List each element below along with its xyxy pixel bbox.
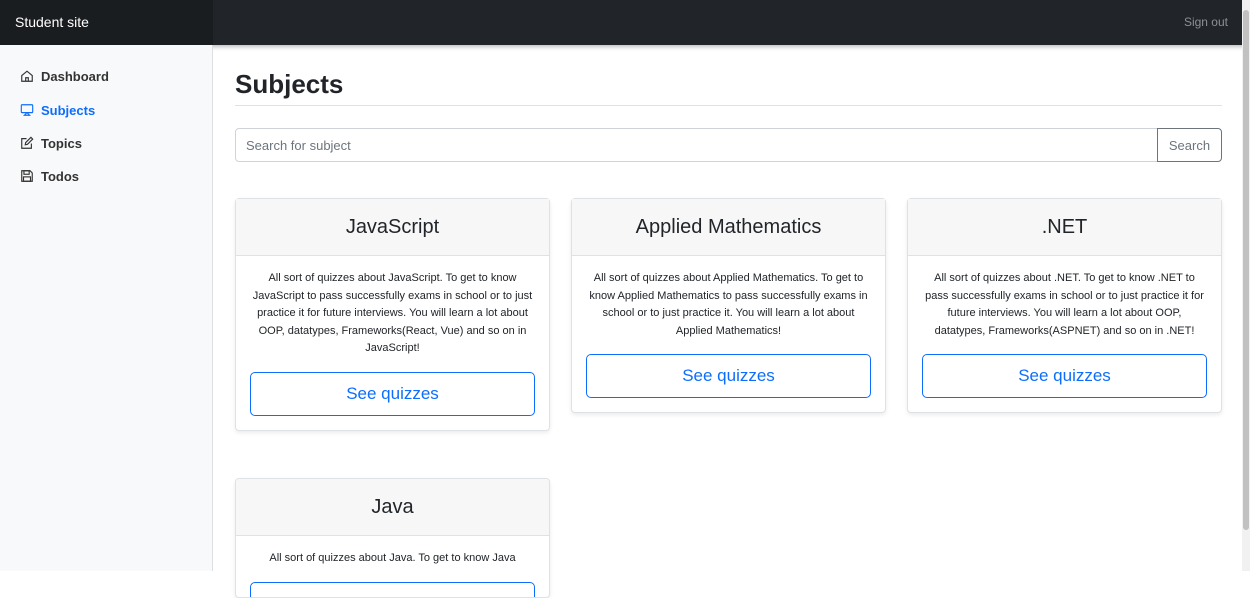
sidebar-item-label: Topics bbox=[41, 136, 82, 151]
card-title: JavaScript bbox=[236, 199, 549, 256]
page-scrollbar[interactable] bbox=[1242, 0, 1250, 571]
search-button[interactable]: Search bbox=[1157, 128, 1222, 162]
subject-card-applied-mathematics: Applied Mathematics All sort of quizzes … bbox=[571, 198, 886, 413]
sign-out-link[interactable]: Sign out bbox=[1184, 0, 1228, 45]
see-quizzes-button[interactable]: See quizzes bbox=[250, 372, 535, 416]
card-description: All sort of quizzes about Java. To get t… bbox=[236, 536, 549, 568]
see-quizzes-button[interactable]: See quizzes bbox=[250, 582, 535, 598]
sidebar-item-label: Subjects bbox=[41, 103, 95, 118]
card-description: All sort of quizzes about JavaScript. To… bbox=[236, 256, 549, 358]
sidebar-item-dashboard[interactable]: Dashboard bbox=[20, 66, 109, 86]
edit-icon bbox=[20, 136, 34, 150]
see-quizzes-button[interactable]: See quizzes bbox=[586, 354, 871, 398]
main-content: Subjects Search JavaScript All sort of q… bbox=[213, 45, 1242, 571]
card-description: All sort of quizzes about Applied Mathem… bbox=[572, 256, 885, 340]
scrollbar-thumb[interactable] bbox=[1243, 10, 1249, 530]
see-quizzes-button[interactable]: See quizzes bbox=[922, 354, 1207, 398]
monitor-icon bbox=[20, 103, 34, 117]
subject-card-java: Java All sort of quizzes about Java. To … bbox=[235, 478, 550, 598]
subject-card-dotnet: .NET All sort of quizzes about .NET. To … bbox=[907, 198, 1222, 413]
home-icon bbox=[20, 69, 34, 83]
card-title: Applied Mathematics bbox=[572, 199, 885, 256]
sidebar: Dashboard Subjects Topics Todos bbox=[0, 45, 213, 571]
brand-title[interactable]: Student site bbox=[0, 0, 213, 45]
top-navbar: Student site Sign out bbox=[0, 0, 1250, 45]
sidebar-item-topics[interactable]: Topics bbox=[20, 133, 82, 153]
card-title: Java bbox=[236, 479, 549, 536]
title-divider bbox=[235, 105, 1222, 106]
sidebar-item-todos[interactable]: Todos bbox=[20, 166, 79, 186]
subject-card-javascript: JavaScript All sort of quizzes about Jav… bbox=[235, 198, 550, 431]
sidebar-item-label: Dashboard bbox=[41, 69, 109, 84]
sidebar-item-subjects[interactable]: Subjects bbox=[20, 100, 95, 120]
search-input[interactable] bbox=[235, 128, 1158, 162]
card-description: All sort of quizzes about .NET. To get t… bbox=[908, 256, 1221, 340]
card-title: .NET bbox=[908, 199, 1221, 256]
save-icon bbox=[20, 169, 34, 183]
page-title: Subjects bbox=[235, 69, 343, 100]
sidebar-item-label: Todos bbox=[41, 169, 79, 184]
